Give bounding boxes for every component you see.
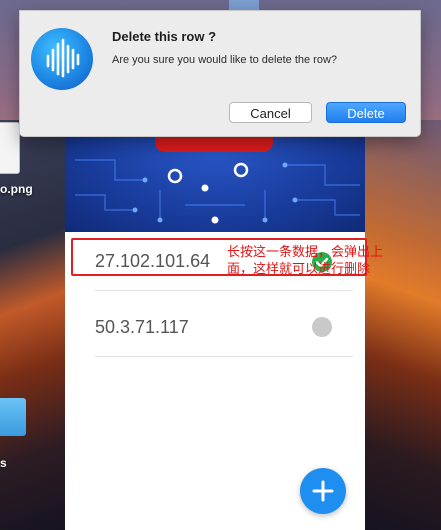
annotation-note: 长按这一条数据，会弹出上面，这样就可以进行删除 xyxy=(227,244,384,276)
row-divider xyxy=(95,290,353,291)
status-dot-icon[interactable] xyxy=(312,317,332,337)
desktop-wallpaper-right xyxy=(363,120,441,530)
delete-button[interactable]: Delete xyxy=(326,102,406,123)
desktop-folder-label[interactable]: s xyxy=(0,456,7,470)
list-item[interactable]: 50.3.71.117 xyxy=(65,296,365,352)
cancel-button[interactable]: Cancel xyxy=(229,102,312,123)
add-button[interactable] xyxy=(300,468,346,514)
delete-row-dialog: Delete this row ? Are you sure you would… xyxy=(19,10,421,137)
desktop-file-label[interactable]: o.png xyxy=(0,182,33,196)
dialog-title: Delete this row ? xyxy=(112,29,217,44)
desktop-file-icon[interactable] xyxy=(0,122,20,174)
app-window: 27.102.101.64 50.3.71.117 xyxy=(65,110,365,530)
ip-address-label: 50.3.71.117 xyxy=(95,317,189,337)
plus-icon xyxy=(312,480,334,502)
dialog-message: Are you sure you would like to delete th… xyxy=(112,54,338,66)
row-divider xyxy=(95,356,353,357)
sound-waves-icon xyxy=(31,28,93,90)
desktop-folder-icon[interactable] xyxy=(0,398,26,436)
